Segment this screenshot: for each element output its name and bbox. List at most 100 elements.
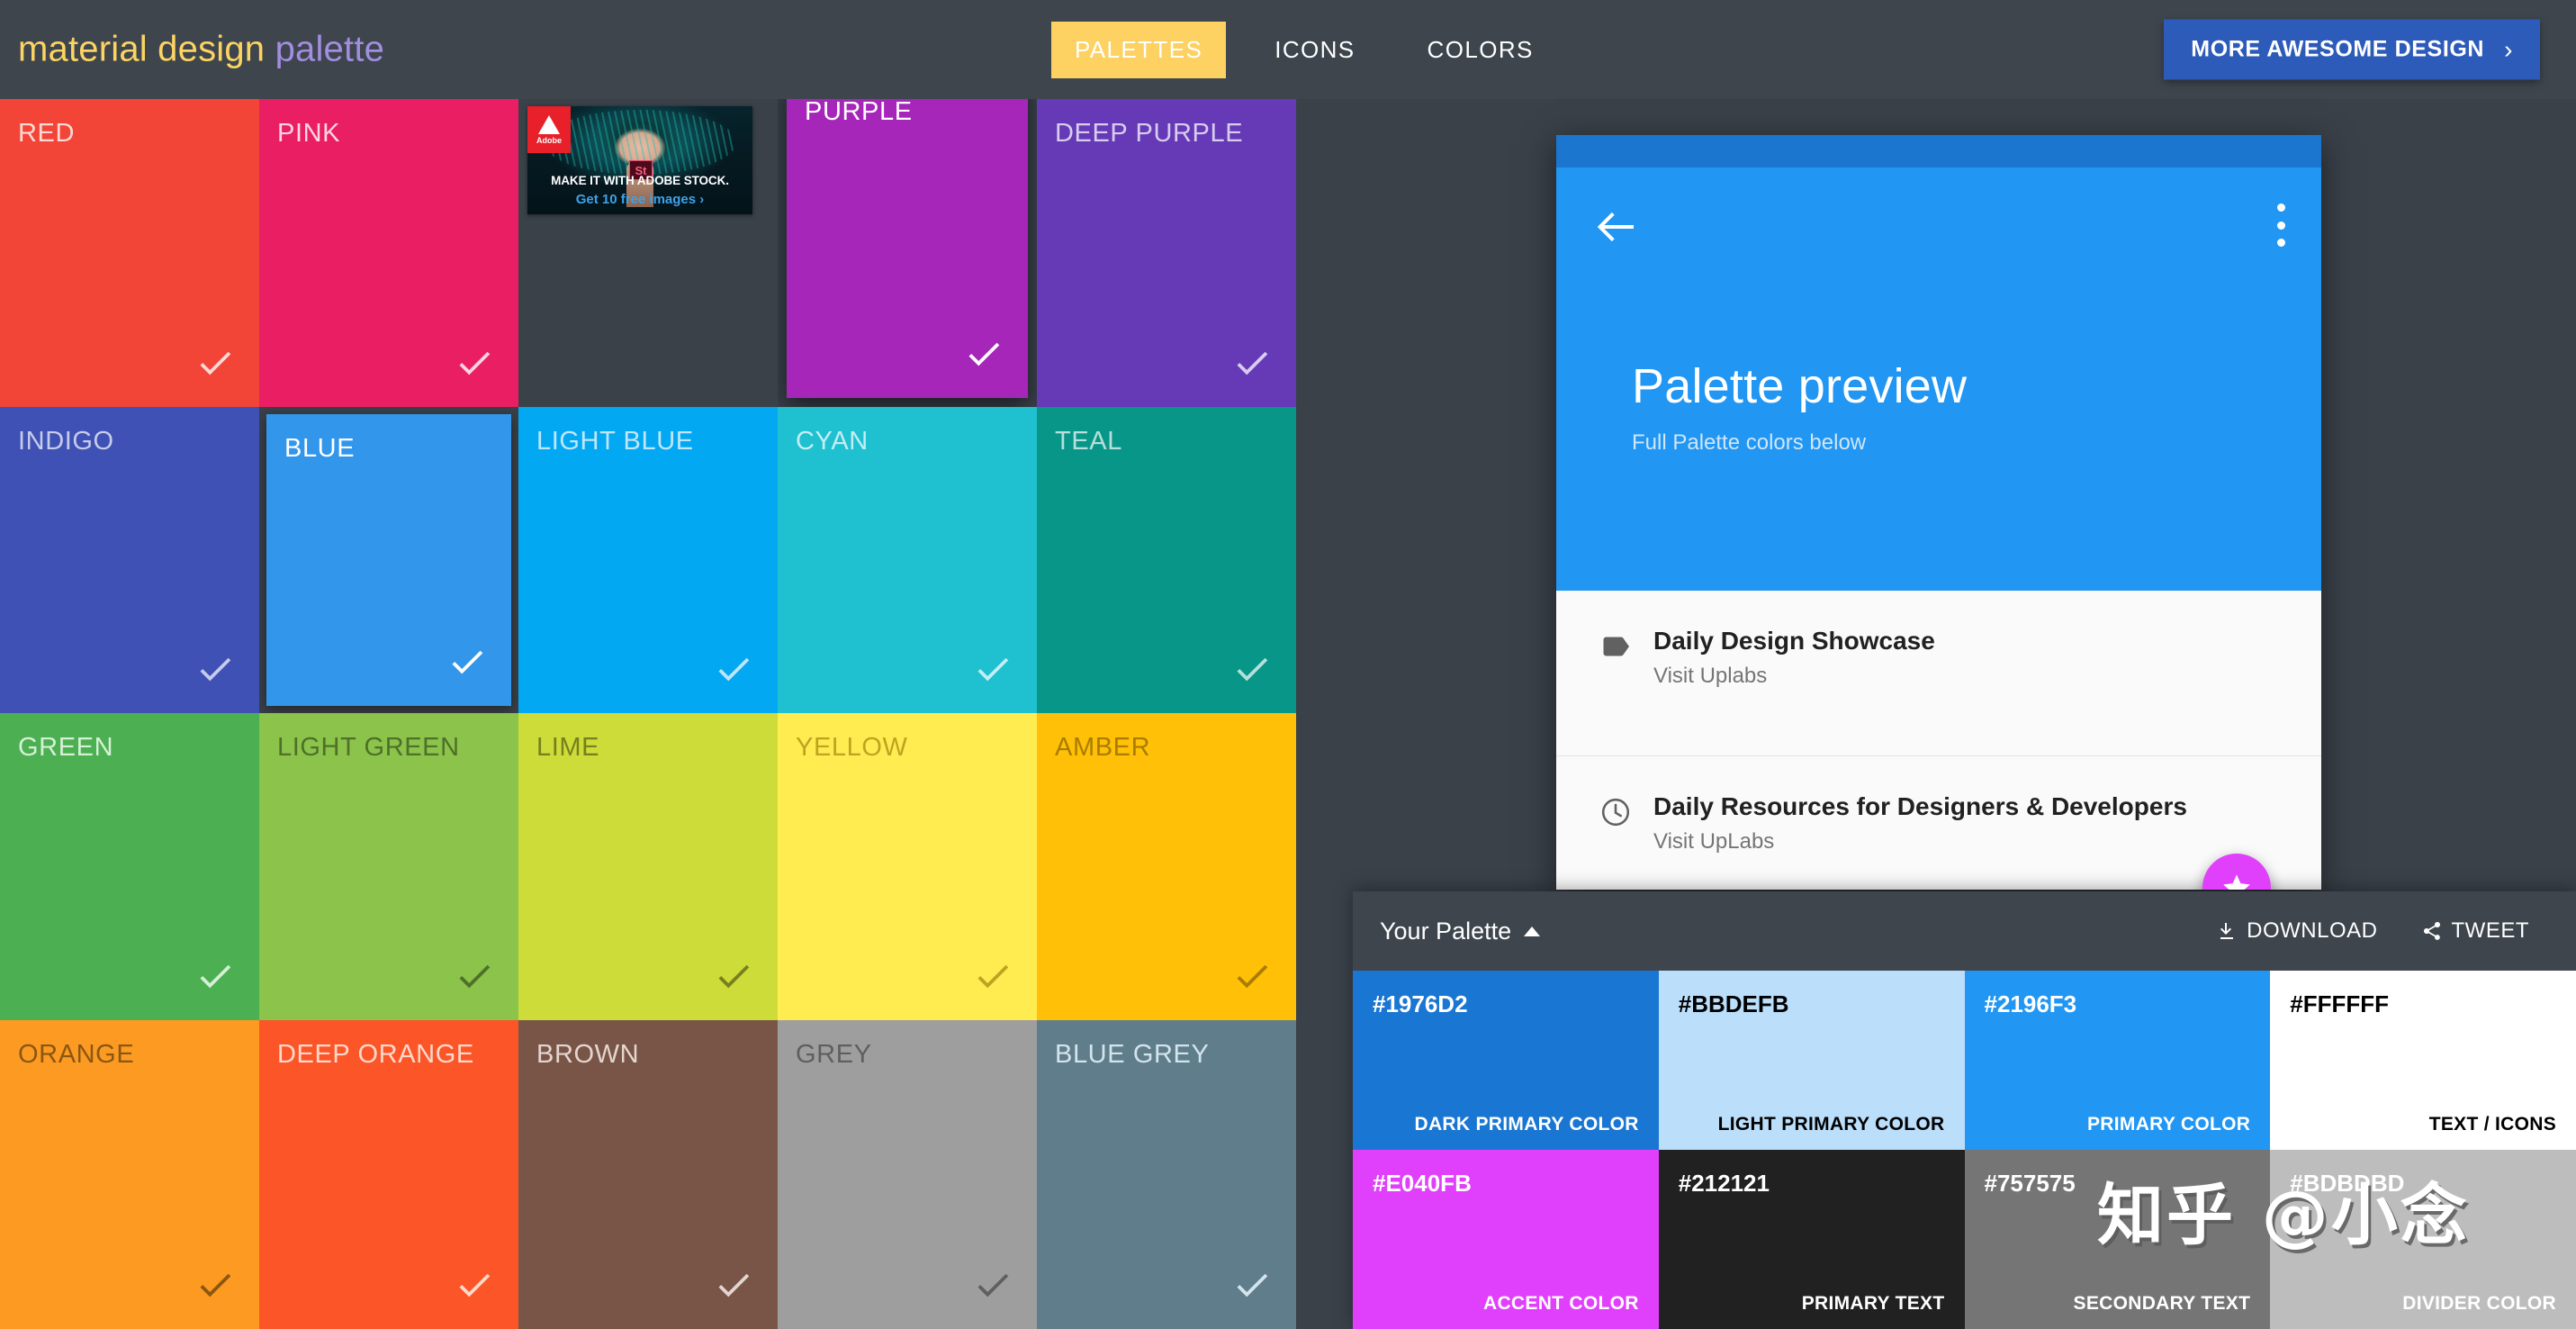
check-icon: [713, 955, 754, 997]
palette-tile-deep-purple[interactable]: DEEP PURPLE: [1037, 99, 1296, 407]
check-icon: [713, 1264, 754, 1306]
palette-swatch-grid: #1976D2 DARK PRIMARY COLOR #BBDEFB LIGHT PR…: [1353, 971, 2576, 1329]
swatch-hex: #212121: [1678, 1170, 1770, 1197]
swatch-role-label: TEXT / ICONS: [2428, 1114, 2556, 1135]
palette-tile-green[interactable]: GREEN: [0, 713, 259, 1020]
check-icon: [963, 333, 1004, 375]
palette-tile-blue-grey[interactable]: BLUE GREY: [1037, 1020, 1296, 1329]
palette-tile-yellow[interactable]: YELLOW: [778, 713, 1037, 1020]
your-palette-panel: Your Palette DOWNLOAD TWEET #1976D2 DARK …: [1353, 891, 2576, 1329]
palette-grid: RED PINK PURPLE DEEP PURPLE INDIGO BLUE LIGHT …: [0, 99, 1296, 1329]
chevron-right-icon: ›: [2504, 35, 2513, 63]
palette-tile-teal[interactable]: TEAL: [1037, 407, 1296, 713]
nav-tab-colors[interactable]: COLORS: [1404, 22, 1557, 78]
palette-tile-label: LIGHT BLUE: [536, 427, 694, 456]
palette-swatch[interactable]: #BDBDBD DIVIDER COLOR: [2270, 1150, 2576, 1329]
palette-tile-label: TEAL: [1055, 427, 1122, 456]
palette-tile-lime[interactable]: LIME: [518, 713, 778, 1020]
swatch-hex: #FFFFFF: [2290, 990, 2390, 1017]
swatch-hex: #BDBDBD: [2290, 1170, 2405, 1197]
download-button[interactable]: DOWNLOAD: [2216, 918, 2377, 944]
palette-swatch[interactable]: #BBDEFB LIGHT PRIMARY COLOR: [1658, 971, 1965, 1150]
check-icon: [454, 955, 495, 997]
palette-tile-label: LIGHT GREEN: [277, 733, 460, 762]
palette-tile-label: GREY: [796, 1040, 872, 1069]
check-icon: [972, 648, 1013, 690]
nav-tab-icons[interactable]: ICONS: [1251, 22, 1378, 78]
tweet-label: TWEET: [2451, 918, 2529, 943]
palette-tile-orange[interactable]: ORANGE: [0, 1020, 259, 1329]
tweet-button[interactable]: TWEET: [2421, 918, 2530, 944]
palette-preview-card: Palette preview Full Palette colors belo…: [1556, 135, 2321, 890]
palette-tile-indigo[interactable]: INDIGO: [0, 407, 259, 713]
palette-tile-purple[interactable]: PURPLE: [778, 99, 1037, 407]
your-palette-toolbar: Your Palette DOWNLOAD TWEET: [1353, 891, 2576, 971]
check-icon: [1231, 342, 1273, 384]
palette-swatch[interactable]: #212121 PRIMARY TEXT: [1658, 1150, 1965, 1329]
palette-tile-label: DEEP PURPLE: [1055, 119, 1244, 148]
check-icon: [1231, 955, 1273, 997]
palette-tile-pink[interactable]: PINK: [259, 99, 518, 407]
preview-list-item[interactable]: Daily Design Showcase Visit Uplabs: [1556, 591, 2321, 756]
check-icon: [972, 955, 1013, 997]
adobe-wordmark: Adobe: [536, 135, 562, 145]
kebab-dot: [2276, 221, 2285, 230]
palette-tile-label: AMBER: [1055, 733, 1151, 762]
preview-list-item-title: Daily Resources for Designers & Develope…: [1653, 792, 2187, 820]
adobe-stock-ad[interactable]: Adobe St MAKE IT WITH ADOBE STOCK. Get 1…: [527, 106, 752, 214]
palette-tile-brown[interactable]: BROWN: [518, 1020, 778, 1329]
check-icon: [194, 648, 236, 690]
palette-tile-amber[interactable]: AMBER: [1037, 713, 1296, 1020]
preview-appbar: Palette preview Full Palette colors belo…: [1556, 167, 2321, 591]
preview-title: Palette preview: [1632, 359, 1968, 413]
check-icon: [454, 342, 495, 384]
palette-swatch[interactable]: #FFFFFF TEXT / ICONS: [2270, 971, 2576, 1150]
palette-tile-label: LIME: [536, 733, 600, 762]
palette-tile-label: BROWN: [536, 1040, 640, 1069]
swatch-role-label: LIGHT PRIMARY COLOR: [1717, 1114, 1945, 1135]
palette-tile-cyan[interactable]: CYAN: [778, 407, 1037, 713]
palette-tile-light-green[interactable]: LIGHT GREEN: [259, 713, 518, 1020]
check-icon: [1231, 648, 1273, 690]
palette-tile-deep-orange[interactable]: DEEP ORANGE: [259, 1020, 518, 1329]
palette-tile-label: DEEP ORANGE: [277, 1040, 474, 1069]
swatch-role-label: DARK PRIMARY COLOR: [1414, 1114, 1639, 1135]
palette-tile-label: RED: [18, 119, 76, 148]
palette-tile-label: INDIGO: [18, 427, 114, 456]
palette-tile-label: YELLOW: [796, 733, 908, 762]
swatch-role-label: ACCENT COLOR: [1482, 1293, 1639, 1314]
palette-swatch[interactable]: #1976D2 DARK PRIMARY COLOR: [1353, 971, 1659, 1150]
back-arrow-icon[interactable]: [1594, 205, 1637, 249]
adobe-a-glyph: [538, 114, 560, 134]
adobe-logo-icon: Adobe: [527, 106, 571, 153]
palette-swatch[interactable]: #757575 SECONDARY TEXT: [1964, 1150, 2271, 1329]
your-palette-toggle[interactable]: Your Palette: [1380, 917, 1541, 945]
palette-tile-red[interactable]: RED: [0, 99, 259, 407]
share-icon: [2423, 922, 2440, 940]
palette-tile-light-blue[interactable]: LIGHT BLUE: [518, 407, 778, 713]
palette-tile-label: ORANGE: [18, 1040, 135, 1069]
nav-tab-palettes[interactable]: PALETTES: [1051, 21, 1227, 78]
kebab-dot: [2276, 239, 2285, 247]
label-icon: [1599, 630, 1632, 663]
star-icon: [2223, 874, 2250, 890]
preview-subtitle: Full Palette colors below: [1632, 430, 1867, 455]
overflow-menu-icon[interactable]: [2276, 203, 2285, 247]
your-palette-label: Your Palette: [1380, 917, 1512, 945]
swatch-hex: #2196F3: [1984, 990, 2077, 1017]
check-icon: [713, 648, 754, 690]
palette-swatch[interactable]: #E040FB ACCENT COLOR: [1353, 1150, 1659, 1329]
more-awesome-design-button[interactable]: MORE AWESOME DESIGN ›: [2164, 19, 2540, 80]
site-logo[interactable]: material design palette: [18, 30, 384, 70]
palette-swatch[interactable]: #2196F3 PRIMARY COLOR: [1964, 971, 2271, 1150]
palette-tile-blue[interactable]: BLUE: [259, 407, 518, 713]
swatch-hex: #E040FB: [1373, 1170, 1472, 1197]
check-icon: [194, 1264, 236, 1306]
ad-cta-link[interactable]: Get 10 free images ›: [527, 192, 752, 207]
app-root: material design palette PALETTES ICONS COL…: [0, 0, 2576, 1329]
palette-tile-grey[interactable]: GREY: [778, 1020, 1037, 1329]
download-icon: [2220, 923, 2234, 939]
swatch-hex: #BBDEFB: [1678, 990, 1789, 1017]
check-icon: [194, 955, 236, 997]
palette-tile-label: BLUE GREY: [1055, 1040, 1210, 1069]
